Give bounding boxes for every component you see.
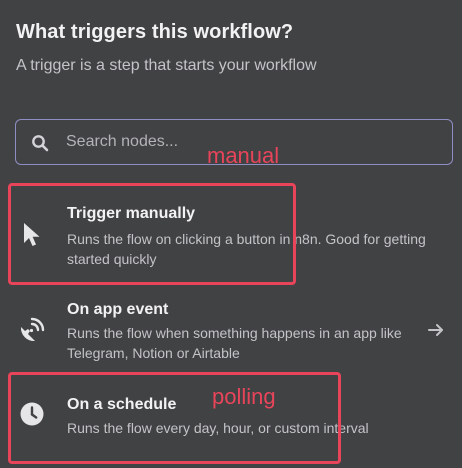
arrow-right-icon — [428, 324, 443, 336]
trigger-option-description: Runs the flow when something happens in … — [67, 325, 402, 361]
page-subtitle: A trigger is a step that starts your wor… — [16, 57, 317, 74]
trigger-option-manual[interactable]: Trigger manually Runs the flow on clicki… — [0, 190, 462, 278]
clock-icon — [20, 402, 44, 426]
trigger-option-name: Trigger manually — [67, 205, 196, 222]
trigger-option-app-event[interactable]: On app event Runs the flow when somethin… — [0, 288, 462, 376]
trigger-picker-panel: What triggers this workflow? A trigger i… — [0, 0, 462, 467]
trigger-option-name: On a schedule — [67, 396, 177, 413]
search-box[interactable] — [15, 119, 453, 165]
trigger-option-schedule[interactable]: On a schedule Runs the flow every day, h… — [0, 380, 462, 468]
trigger-option-description: Runs the flow on clicking a button in n8… — [67, 231, 426, 267]
trigger-option-name: On app event — [67, 301, 169, 318]
satellite-dish-icon — [20, 317, 45, 342]
cursor-pointer-icon — [24, 223, 40, 246]
search-input[interactable] — [66, 120, 446, 164]
page-title: What triggers this workflow? — [16, 21, 294, 43]
search-icon — [32, 135, 49, 152]
trigger-option-description: Runs the flow every day, hour, or custom… — [67, 420, 369, 436]
